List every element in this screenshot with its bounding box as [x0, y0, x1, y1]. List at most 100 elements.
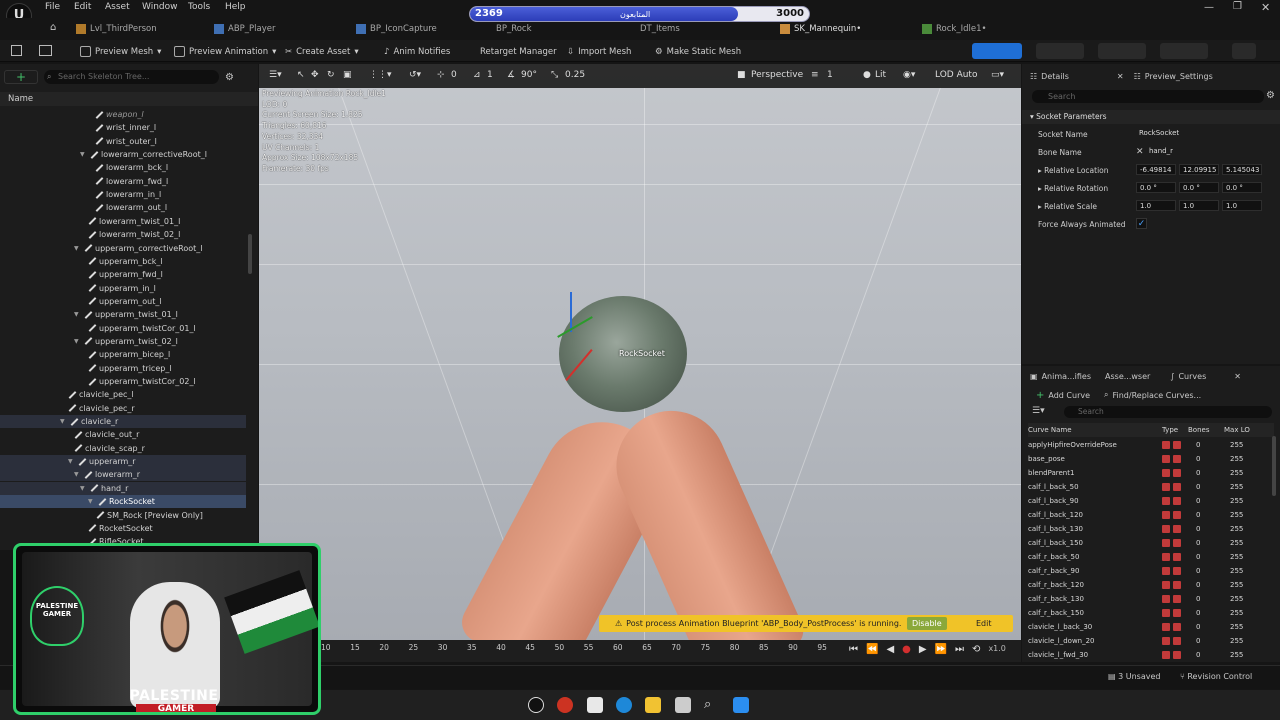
curve-row[interactable]: calf_l_back_50 0 255 — [1028, 480, 1274, 494]
tab-preview-settings[interactable]: Preview_Settings — [1145, 72, 1213, 81]
curve-type-icon[interactable] — [1162, 511, 1170, 519]
home-icon[interactable]: ⌂ — [50, 22, 56, 33]
rotation-snap-icon[interactable]: ∡ — [507, 70, 515, 82]
curve-type-icon[interactable] — [1173, 525, 1181, 533]
maximize-icon[interactable]: ❐ — [1233, 1, 1242, 12]
skeleton-tree-row[interactable]: ▼ lowerarm_correctiveRoot_l — [0, 148, 246, 161]
skeleton-tree-row[interactable]: ▼ clavicle_r — [0, 415, 246, 429]
curve-row[interactable]: calf_r_back_120 0 255 — [1028, 578, 1274, 592]
anim-notifies-button[interactable]: ♪ Anim Notifies — [384, 44, 450, 59]
timeline[interactable]: 10 15 20 25 30 35 40 45 50 55 60 65 70 75 80 85 90 95 ⏮ ⏪… — [259, 640, 1021, 662]
printer-taskbar-icon[interactable] — [675, 697, 691, 713]
world-local-icon[interactable]: ↺▾ — [409, 70, 421, 82]
close-curves-icon[interactable]: ✕ — [1234, 372, 1241, 381]
location-snap-value[interactable]: 1 — [487, 70, 493, 82]
rel-scale-x[interactable]: 1.0 — [1136, 200, 1176, 211]
preview-mesh-button[interactable]: Preview Mesh ▾ — [80, 44, 161, 59]
curve-row[interactable]: calf_r_back_50 0 255 — [1028, 550, 1274, 564]
scale-snap-icon[interactable]: ⤡ — [551, 70, 558, 82]
expand-arrow-icon[interactable]: ▼ — [74, 338, 81, 345]
skeleton-tree-row[interactable]: SM_Rock [Preview Only] — [0, 509, 246, 522]
skeleton-tree-row[interactable]: clavicle_scap_r — [0, 442, 246, 455]
rotation-snap-value[interactable]: 90° — [521, 70, 537, 82]
create-asset-button[interactable]: ✂ Create Asset ▾ — [285, 44, 359, 59]
socket-parameters-header[interactable]: ▾ Socket Parameters — [1022, 110, 1280, 124]
grid-snap-icon[interactable]: ⊹ — [437, 70, 445, 82]
tab-asset-browser[interactable]: Asse...wser — [1105, 372, 1150, 381]
curve-type-icon[interactable] — [1173, 441, 1181, 449]
curve-type-icon[interactable] — [1162, 651, 1170, 659]
step-forward-icon[interactable]: ⏩ — [935, 644, 947, 655]
unsaved-status[interactable]: ▤ 3 Unsaved — [1108, 672, 1160, 681]
skeleton-tree-row[interactable]: lowerarm_out_l — [0, 201, 246, 214]
curve-row[interactable]: calf_r_back_90 0 255 — [1028, 564, 1274, 578]
lod-dropdown[interactable]: LOD Auto — [935, 70, 977, 82]
expand-arrow-icon[interactable]: ▼ — [80, 151, 87, 158]
viewport-layout-icon[interactable]: ▭▾ — [991, 70, 1004, 82]
skeleton-tree-row[interactable]: wrist_inner_l — [0, 121, 246, 134]
explorer-taskbar-icon[interactable] — [645, 697, 661, 713]
menu-window[interactable]: Window — [142, 2, 178, 12]
obs-taskbar-icon[interactable] — [557, 697, 573, 713]
curve-row[interactable]: calf_r_back_130 0 255 — [1028, 592, 1274, 606]
filter-icon[interactable]: ☰▾ — [1032, 406, 1045, 416]
expand-arrow-icon[interactable]: ▼ — [88, 498, 95, 505]
settings-icon[interactable]: ⚙ — [225, 72, 234, 83]
tab-animation-notifies[interactable]: Anima...ifies — [1042, 372, 1091, 381]
play-icon[interactable]: ▶ — [919, 644, 927, 655]
curve-row[interactable]: calf_l_back_90 0 255 — [1028, 494, 1274, 508]
import-mesh-button[interactable]: ⇩ Import Mesh — [567, 44, 631, 59]
tab-dt-items[interactable]: DT_Items — [640, 21, 680, 36]
select-icon[interactable]: ↖ — [297, 70, 305, 82]
expand-arrow-icon[interactable]: ▼ — [74, 311, 81, 318]
skeleton-tree-row[interactable]: weapon_l — [0, 108, 246, 121]
store-taskbar-icon[interactable] — [587, 697, 603, 713]
curve-type-icon[interactable] — [1173, 595, 1181, 603]
lit-dropdown[interactable]: Lit — [875, 70, 886, 82]
skeleton-tree-row[interactable]: ▼ upperarm_r — [0, 455, 246, 469]
tab-rock-idle1[interactable]: Rock_Idle1• — [922, 21, 987, 36]
curve-row[interactable]: calf_l_back_130 0 255 — [1028, 522, 1274, 536]
details-settings-icon[interactable]: ⚙ — [1266, 90, 1275, 101]
curve-type-icon[interactable] — [1173, 497, 1181, 505]
socket-name-field[interactable]: RockSocket — [1136, 128, 1214, 139]
curve-name-header[interactable]: Curve Name — [1028, 426, 1072, 434]
windows-start-icon[interactable] — [733, 697, 749, 713]
skeleton-tree-row[interactable]: lowerarm_twist_01_l — [0, 215, 246, 228]
curve-type-icon[interactable] — [1162, 609, 1170, 617]
skeleton-tree-row[interactable]: upperarm_bck_l — [0, 255, 246, 268]
skeleton-tree-row[interactable]: upperarm_tricep_l — [0, 362, 246, 375]
curve-type-icon[interactable] — [1162, 567, 1170, 575]
rel-rot-x[interactable]: 0.0 ° — [1136, 182, 1176, 193]
rel-scale-y[interactable]: 1.0 — [1179, 200, 1219, 211]
minimize-icon[interactable]: — — [1204, 2, 1214, 13]
playback-speed[interactable]: x1.0 — [988, 644, 1005, 655]
rel-rot-y[interactable]: 0.0 ° — [1179, 182, 1219, 193]
skeleton-tree-row[interactable]: upperarm_fwd_l — [0, 268, 246, 281]
skeleton-search-input[interactable]: Search Skeleton Tree... — [44, 70, 219, 84]
close-window-icon[interactable]: ✕ — [1261, 1, 1270, 14]
expand-arrow-icon[interactable]: ▼ — [74, 471, 81, 478]
skeleton-tree-row[interactable]: RocketSocket — [0, 522, 246, 535]
curve-row[interactable]: base_pose 0 255 — [1028, 452, 1274, 466]
skeleton-tree-row[interactable]: clavicle_out_r — [0, 428, 246, 441]
skeleton-tree-row[interactable]: upperarm_in_l — [0, 282, 246, 295]
tree-scrollbar[interactable] — [248, 234, 252, 274]
unreal-taskbar-icon[interactable] — [528, 697, 544, 713]
skeleton-tree-row[interactable]: lowerarm_in_l — [0, 188, 246, 201]
curve-search-input[interactable]: Search — [1064, 406, 1272, 418]
bone-name-field[interactable]: hand_r — [1146, 146, 1216, 157]
curve-type-icon[interactable] — [1173, 553, 1181, 561]
skeleton-tree-row[interactable]: ▼ upperarm_twist_02_l — [0, 335, 246, 348]
menu-edit[interactable]: Edit — [74, 2, 91, 12]
save-icon[interactable] — [11, 45, 22, 56]
expand-arrow-icon[interactable]: ▼ — [74, 245, 81, 252]
rel-rot-z[interactable]: 0.0 ° — [1222, 182, 1262, 193]
menu-asset[interactable]: Asset — [105, 2, 130, 12]
blueprint-mode-button[interactable] — [1160, 43, 1208, 59]
skeleton-tree-row[interactable]: upperarm_twistCor_02_l — [0, 375, 246, 388]
curve-type-icon[interactable] — [1173, 581, 1181, 589]
skeleton-tree-row[interactable]: lowerarm_bck_l — [0, 161, 246, 174]
skeleton-tree-row[interactable]: upperarm_out_l — [0, 295, 246, 308]
mesh-mode-button[interactable] — [1036, 43, 1084, 59]
